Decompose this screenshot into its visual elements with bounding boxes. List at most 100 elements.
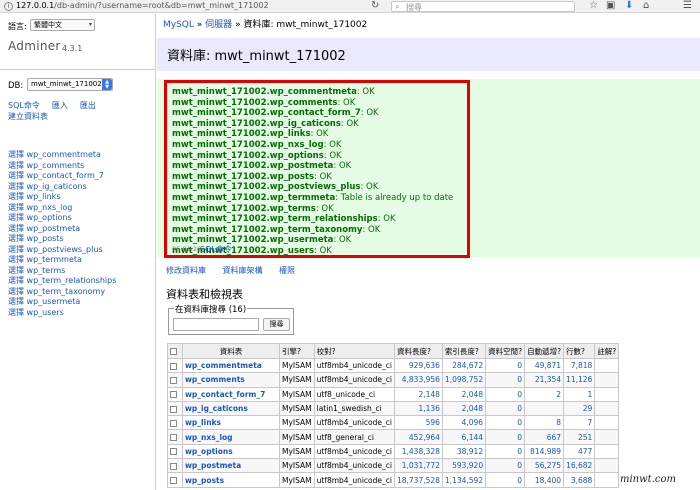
- value-cell[interactable]: 0: [485, 458, 526, 474]
- menu-icon[interactable]: ☰: [683, 0, 692, 11]
- value-cell[interactable]: 56,275: [524, 458, 565, 474]
- value-cell[interactable]: 11,126: [563, 372, 596, 388]
- row-checkbox[interactable]: [167, 372, 183, 388]
- value-cell[interactable]: 21,354: [524, 372, 565, 388]
- value-cell[interactable]: 18,737,528: [393, 472, 443, 488]
- column-header[interactable]: 自動遞增?: [524, 343, 565, 359]
- value-cell[interactable]: 1,438,328: [393, 443, 443, 460]
- value-cell[interactable]: 0: [485, 357, 526, 374]
- value-cell[interactable]: 284,672: [441, 357, 487, 374]
- value-cell[interactable]: 1: [563, 386, 596, 402]
- select-link[interactable]: 選擇: [8, 203, 24, 212]
- row-checkbox[interactable]: [167, 458, 183, 474]
- select-link[interactable]: 選擇: [8, 192, 24, 201]
- value-cell[interactable]: 477: [563, 443, 596, 460]
- value-cell[interactable]: 2: [524, 386, 565, 402]
- language-select[interactable]: 繁體中文 ▾: [30, 19, 95, 31]
- row-checkbox[interactable]: [167, 443, 183, 460]
- table-name-link[interactable]: wp_options: [182, 443, 280, 460]
- sidebar-table-name[interactable]: wp_termmeta: [27, 255, 82, 264]
- sidebar-table-name[interactable]: wp_comments: [27, 161, 85, 170]
- value-cell[interactable]: 4,833,956: [393, 372, 443, 388]
- breadcrumb-server[interactable]: 伺服器: [205, 20, 232, 30]
- bookmark-star-icon[interactable]: ☆: [589, 0, 598, 11]
- value-cell[interactable]: 0: [485, 400, 526, 417]
- value-cell[interactable]: 0: [485, 372, 526, 388]
- table-name-link[interactable]: wp_ig_caticons: [182, 400, 280, 417]
- column-header[interactable]: 引擎?: [279, 343, 315, 359]
- table-name-link[interactable]: wp_nxs_log: [182, 429, 280, 445]
- column-header[interactable]: 資料表: [182, 343, 280, 359]
- value-cell[interactable]: 18,400: [524, 472, 565, 488]
- sidebar-table-name[interactable]: wp_terms: [27, 266, 66, 275]
- select-link[interactable]: 選擇: [8, 150, 24, 159]
- sidebar-table-name[interactable]: wp_contact_form_7: [27, 171, 104, 180]
- value-cell[interactable]: 0: [485, 386, 526, 402]
- select-link[interactable]: 選擇: [8, 266, 24, 275]
- value-cell[interactable]: 814,989: [524, 443, 565, 460]
- value-cell[interactable]: 2,148: [393, 386, 443, 402]
- value-cell[interactable]: 1,098,752: [441, 372, 487, 388]
- value-cell[interactable]: 38,912: [441, 443, 487, 460]
- column-header[interactable]: 索引長度?: [441, 343, 487, 359]
- value-cell[interactable]: 0: [485, 429, 526, 445]
- table-name-link[interactable]: wp_postmeta: [182, 458, 280, 474]
- value-cell[interactable]: 251: [563, 429, 596, 445]
- breadcrumb-mysql[interactable]: MySQL: [163, 20, 194, 30]
- reload-icon[interactable]: ↻: [371, 0, 379, 11]
- value-cell[interactable]: 452,964: [393, 429, 443, 445]
- value-cell[interactable]: 0: [485, 443, 526, 460]
- value-cell[interactable]: 2,048: [441, 386, 487, 402]
- sql-command-link[interactable]: SQL命令: [8, 101, 40, 110]
- database-schema-link[interactable]: 資料庫架構: [223, 266, 263, 275]
- select-link[interactable]: 選擇: [8, 161, 24, 170]
- value-cell[interactable]: 1,136: [393, 400, 443, 417]
- select-link[interactable]: 選擇: [8, 182, 24, 191]
- reading-list-icon[interactable]: ▣: [606, 0, 615, 11]
- info-icon[interactable]: i: [4, 2, 13, 11]
- value-cell[interactable]: 929,636: [393, 357, 443, 374]
- row-checkbox[interactable]: [167, 415, 183, 431]
- column-header[interactable]: 行數?: [563, 343, 596, 359]
- value-cell[interactable]: 0: [485, 472, 526, 488]
- row-checkbox[interactable]: [167, 472, 183, 488]
- select-link[interactable]: 選擇: [8, 276, 24, 285]
- value-cell[interactable]: 4,096: [441, 415, 487, 431]
- value-cell[interactable]: 1,031,772: [393, 458, 443, 474]
- table-name-link[interactable]: wp_contact_form_7: [182, 386, 280, 402]
- value-cell[interactable]: 596: [393, 415, 443, 431]
- select-link[interactable]: 選擇: [8, 171, 24, 180]
- column-header[interactable]: 註解?: [594, 343, 620, 359]
- sidebar-table-name[interactable]: wp_ig_caticons: [27, 182, 87, 191]
- sidebar-table-name[interactable]: wp_term_taxonomy: [27, 287, 106, 296]
- value-cell[interactable]: 49,871: [524, 357, 565, 374]
- value-cell[interactable]: [524, 400, 565, 417]
- sidebar-table-name[interactable]: wp_links: [27, 192, 61, 201]
- value-cell[interactable]: 593,920: [441, 458, 487, 474]
- select-all-checkbox[interactable]: [167, 343, 183, 359]
- value-cell[interactable]: 6,144: [441, 429, 487, 445]
- column-header[interactable]: 資料空閒?: [485, 343, 526, 359]
- sidebar-table-name[interactable]: wp_usermeta: [27, 297, 81, 306]
- sidebar-table-name[interactable]: wp_postmeta: [27, 224, 81, 233]
- search-input[interactable]: [173, 318, 259, 331]
- sidebar-table-name[interactable]: wp_users: [27, 308, 64, 317]
- select-link[interactable]: 選擇: [8, 308, 24, 317]
- value-cell[interactable]: 7: [563, 415, 596, 431]
- value-cell[interactable]: 667: [524, 429, 565, 445]
- adminer-logo[interactable]: Adminer: [8, 39, 61, 53]
- sidebar-table-name[interactable]: wp_posts: [27, 234, 64, 243]
- value-cell[interactable]: 0: [485, 415, 526, 431]
- select-link[interactable]: 選擇: [8, 245, 24, 254]
- column-header[interactable]: 校對?: [313, 343, 395, 359]
- row-checkbox[interactable]: [167, 357, 183, 374]
- sidebar-table-name[interactable]: wp_commentmeta: [27, 150, 101, 159]
- sidebar-table-name[interactable]: wp_nxs_log: [27, 203, 73, 212]
- download-icon[interactable]: ⬇: [625, 0, 633, 11]
- browser-search-box[interactable]: ⌕ 搜尋: [391, 1, 575, 12]
- sql-command-result-link[interactable]: SQL命令: [200, 244, 232, 255]
- privileges-link[interactable]: 權限: [279, 266, 295, 275]
- table-name-link[interactable]: wp_comments: [182, 372, 280, 388]
- select-link[interactable]: 選擇: [8, 234, 24, 243]
- value-cell[interactable]: 8: [524, 415, 565, 431]
